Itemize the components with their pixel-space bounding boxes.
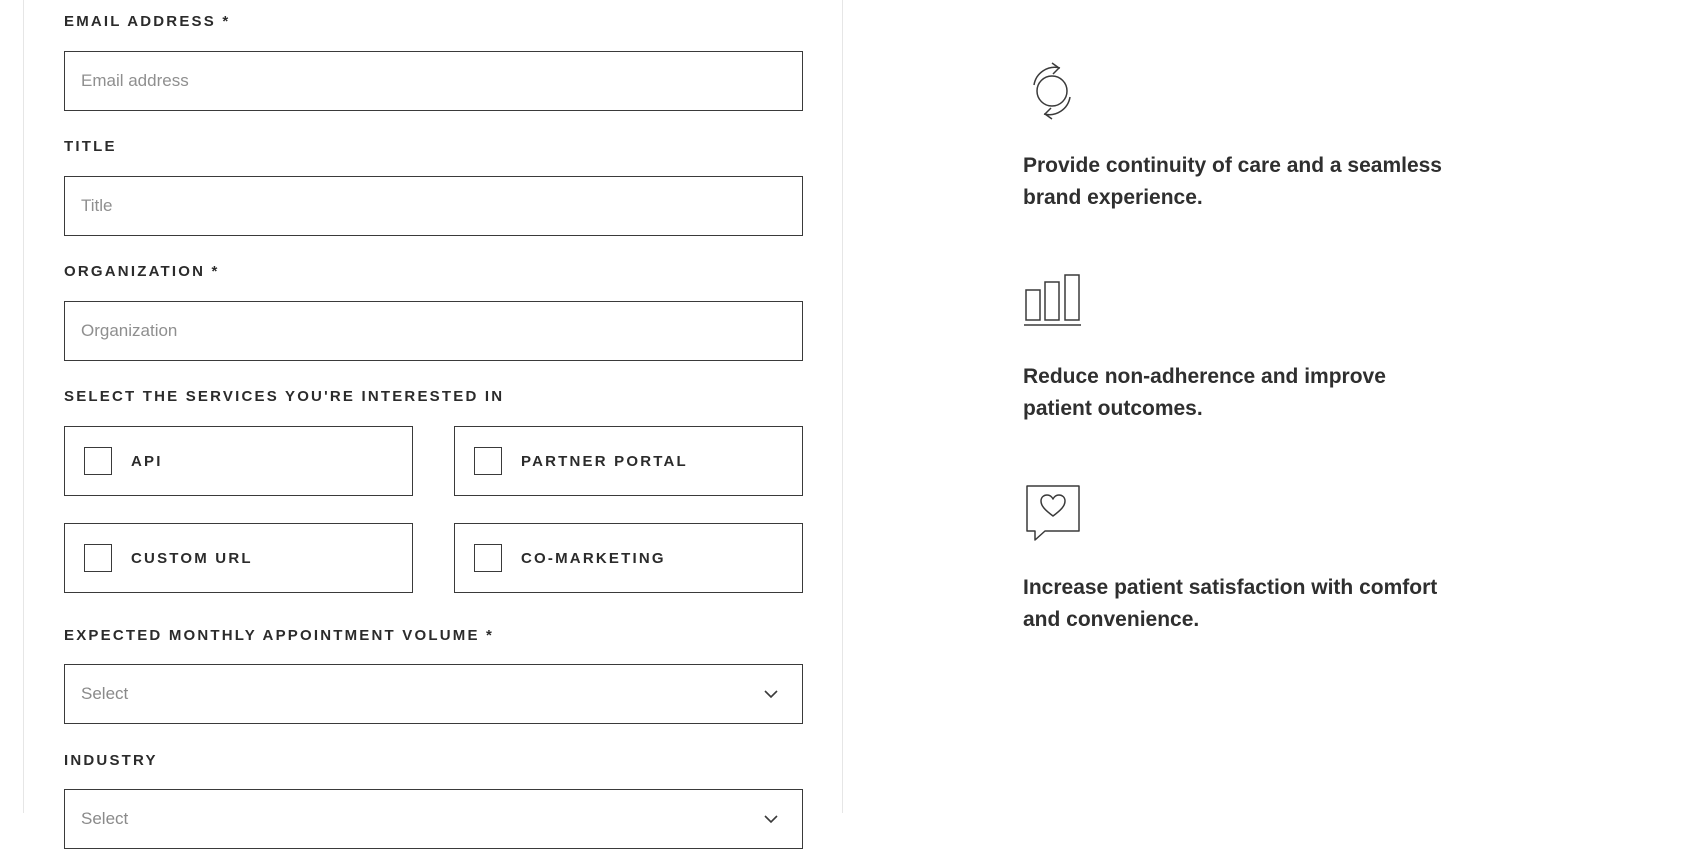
title-field[interactable] <box>81 196 786 216</box>
volume-label: EXPECTED MONTHLY APPOINTMENT VOLUME * <box>64 627 495 644</box>
custom-url-checkbox[interactable] <box>84 544 112 572</box>
industry-select-value: Select <box>81 809 129 828</box>
bar-chart-icon <box>1024 274 1081 326</box>
organization-field-wrapper <box>64 301 803 361</box>
email-label: EMAIL ADDRESS * <box>64 13 231 30</box>
service-option-label: CUSTOM URL <box>131 549 253 567</box>
service-option-partner-portal[interactable]: PARTNER PORTAL <box>454 426 803 496</box>
organization-label: ORGANIZATION * <box>64 263 220 280</box>
title-field-wrapper <box>64 176 803 236</box>
services-label: SELECT THE SERVICES YOU'RE INTERESTED IN <box>64 388 505 405</box>
industry-label: INDUSTRY <box>64 752 158 769</box>
title-label: TITLE <box>64 138 117 155</box>
co-marketing-checkbox[interactable] <box>474 544 502 572</box>
benefit-text: Reduce non-adherence and improve patient… <box>1023 365 1386 420</box>
service-option-label: CO-MARKETING <box>521 549 666 567</box>
volume-select-value: Select <box>81 684 129 703</box>
service-option-custom-url[interactable]: CUSTOM URL <box>64 523 413 593</box>
email-field-wrapper <box>64 51 803 111</box>
service-option-label: API <box>131 452 163 470</box>
service-option-label: PARTNER PORTAL <box>521 452 688 470</box>
email-field[interactable] <box>81 71 786 91</box>
column-divider <box>842 0 843 813</box>
left-border-divider <box>23 0 24 813</box>
partner-portal-checkbox[interactable] <box>474 447 502 475</box>
heart-speech-bubble-icon <box>1026 485 1080 541</box>
volume-select[interactable]: Select <box>64 664 803 724</box>
service-option-co-marketing[interactable]: CO-MARKETING <box>454 523 803 593</box>
benefit-text: Provide continuity of care and a seamles… <box>1023 154 1442 209</box>
chevron-down-icon <box>764 690 778 699</box>
industry-select[interactable]: Select <box>64 789 803 849</box>
organization-field[interactable] <box>81 321 786 341</box>
api-checkbox[interactable] <box>84 447 112 475</box>
refresh-cycle-icon <box>1033 62 1071 120</box>
service-option-api[interactable]: API <box>64 426 413 496</box>
benefit-text: Increase patient satisfaction with comfo… <box>1023 576 1438 631</box>
